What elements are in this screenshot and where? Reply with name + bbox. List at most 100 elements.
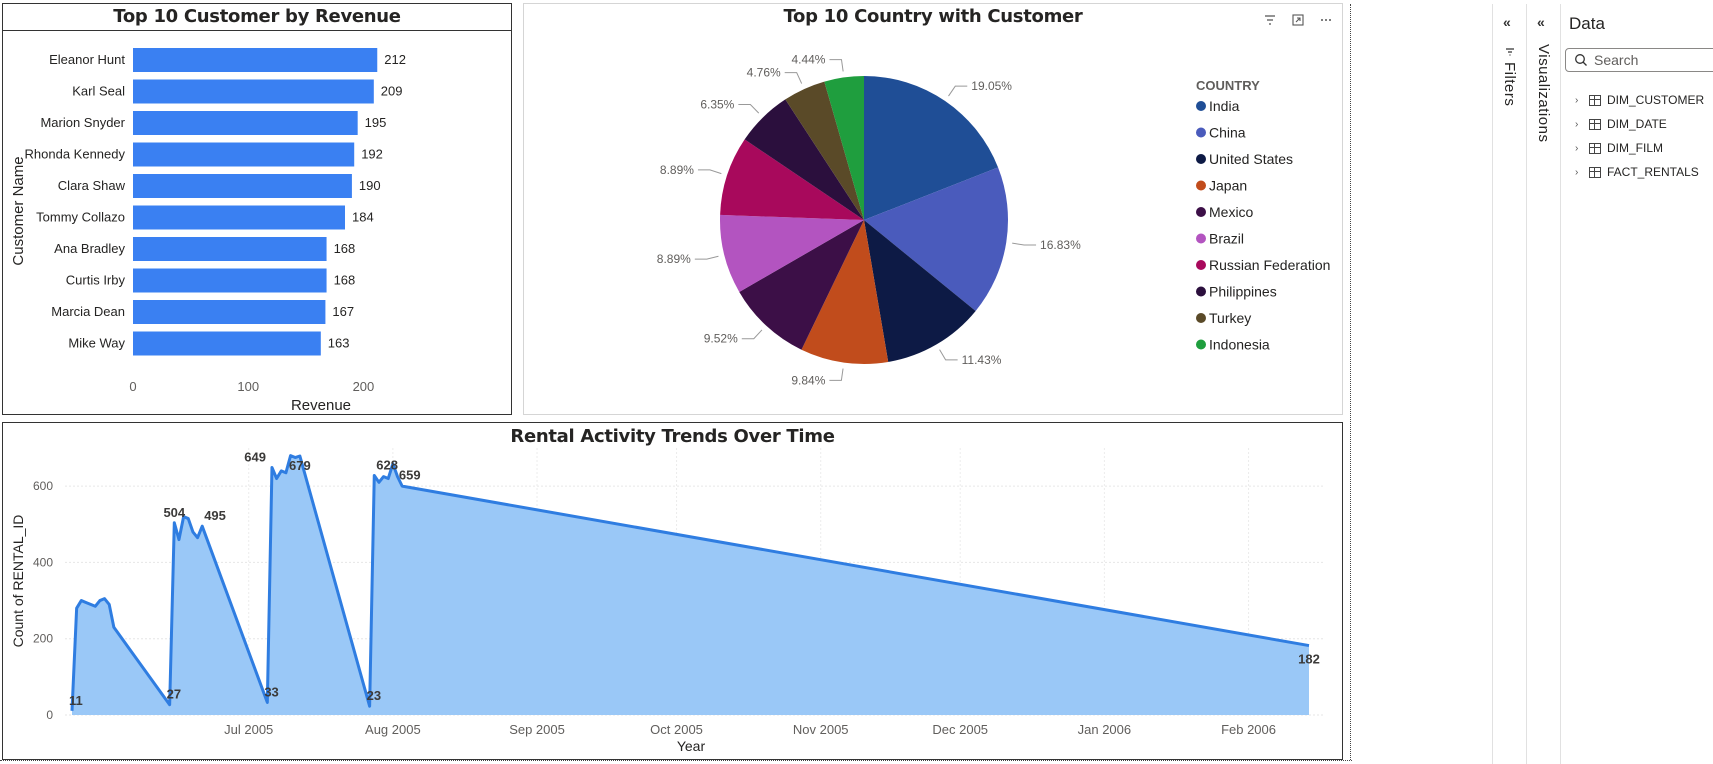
legend-item[interactable]: Indonesia: [1209, 337, 1270, 353]
area-chart-visual[interactable]: Rental Activity Trends Over Time 0 200 400…: [2, 422, 1343, 760]
data-label: 168: [334, 241, 356, 256]
legend-marker[interactable]: [1196, 260, 1206, 270]
leader-line: [697, 169, 722, 175]
category-label: Marion Snyder: [40, 115, 125, 130]
x-axis-title: Revenue: [291, 397, 351, 414]
filters-pane[interactable]: « Filters: [1492, 4, 1524, 764]
data-search-input[interactable]: [1594, 52, 1704, 68]
data-label: 33: [264, 684, 278, 699]
data-table-item[interactable]: › DIM_DATE: [1575, 112, 1704, 136]
legend-marker[interactable]: [1196, 180, 1206, 191]
leader-line: [784, 72, 803, 84]
category-label: Tommy Collazo: [36, 210, 125, 225]
chevron-right-icon[interactable]: ›: [1575, 119, 1583, 130]
slice-label: 6.35%: [700, 98, 734, 112]
slice-label: 9.84%: [791, 373, 825, 387]
x-tick-label: Nov 2005: [793, 722, 849, 737]
area-chart-svg: 0 200 400 600 Jul 2005 Aug 2005 Sep 2005 Oct 20…: [10, 448, 1325, 754]
collapse-chevron-icon[interactable]: «: [1537, 14, 1545, 30]
x-tick-label: Feb 2006: [1221, 722, 1276, 737]
legend-marker[interactable]: [1196, 207, 1206, 217]
data-table-item[interactable]: › DIM_FILM: [1575, 136, 1704, 160]
filters-pane-label[interactable]: Filters: [1501, 62, 1518, 106]
leader-line: [694, 255, 719, 260]
data-label: 167: [332, 304, 354, 319]
data-label: 192: [361, 147, 383, 162]
chevron-right-icon[interactable]: ›: [1575, 95, 1583, 106]
slice-label: 19.05%: [971, 79, 1012, 93]
bar[interactable]: [133, 111, 358, 135]
legend-item[interactable]: Philippines: [1209, 284, 1277, 300]
bar[interactable]: [133, 142, 355, 167]
bar[interactable]: [133, 331, 321, 356]
x-tick-label: Oct 2005: [650, 722, 703, 737]
data-label: 27: [167, 687, 181, 702]
bar[interactable]: [133, 205, 345, 230]
data-search-box[interactable]: [1565, 48, 1713, 72]
y-tick-label: 200: [33, 632, 53, 646]
x-tick-label: Jul 2005: [224, 722, 273, 737]
legend-item[interactable]: Turkey: [1209, 310, 1251, 326]
legend-item[interactable]: Russian Federation: [1209, 257, 1330, 273]
pie-chart-svg: 19.05% 16.83% 11.43% 9.84% 9.52% 8.89% 8.89% 6.…: [657, 53, 1331, 388]
legend-title: COUNTRY: [1196, 78, 1260, 93]
data-label: 504: [163, 505, 185, 520]
y-axis-title: Count of RENTAL_ID: [10, 515, 26, 648]
data-label: 212: [384, 52, 406, 67]
legend-item[interactable]: India: [1209, 98, 1240, 114]
category-label: Ana Bradley: [54, 241, 125, 256]
data-table-tree: › DIM_CUSTOMER › DIM_DATE › DIM_FILM › FACT_REN…: [1575, 88, 1704, 184]
slice-label: 16.83%: [1040, 238, 1081, 252]
table-name: FACT_RENTALS: [1607, 165, 1699, 179]
y-axis-title: Customer Name: [10, 156, 27, 265]
legend-marker[interactable]: [1196, 127, 1206, 138]
data-label: 182: [1298, 652, 1320, 667]
visualizations-pane[interactable]: « Visualizations: [1526, 4, 1558, 764]
x-tick-label: 200: [353, 379, 375, 394]
legend-item[interactable]: United States: [1209, 151, 1293, 167]
collapse-chevron-icon[interactable]: «: [1503, 14, 1511, 30]
data-table-item[interactable]: › DIM_CUSTOMER: [1575, 88, 1704, 112]
legend-marker[interactable]: [1196, 154, 1206, 164]
legend-marker[interactable]: [1196, 286, 1206, 297]
legend-marker[interactable]: [1196, 101, 1206, 111]
bar[interactable]: [133, 174, 352, 198]
data-label: 195: [365, 115, 387, 130]
leader-line: [829, 59, 844, 72]
bar[interactable]: [133, 79, 374, 104]
bar[interactable]: [133, 300, 326, 324]
slice-label: 4.76%: [747, 66, 781, 80]
data-label: 184: [352, 210, 374, 225]
y-tick-label: 600: [33, 479, 53, 493]
slice-label: 11.43%: [962, 353, 1002, 367]
x-tick-label: Aug 2005: [365, 722, 421, 737]
y-tick-label: 400: [33, 555, 53, 569]
visualizations-pane-label[interactable]: Visualizations: [1535, 44, 1552, 142]
bar[interactable]: [133, 268, 327, 293]
bar[interactable]: [133, 237, 327, 261]
chevron-right-icon[interactable]: ›: [1575, 167, 1583, 178]
chevron-right-icon[interactable]: ›: [1575, 143, 1583, 154]
slice-label: 4.44%: [791, 53, 825, 67]
data-label: 168: [334, 273, 356, 288]
data-label: 649: [244, 449, 266, 464]
data-table-item[interactable]: › FACT_RENTALS: [1575, 160, 1704, 184]
category-label: Curtis Irby: [66, 273, 126, 288]
leader-line: [741, 329, 763, 340]
table-icon: [1589, 142, 1601, 154]
data-pane-title: Data: [1569, 14, 1605, 33]
category-label: Marcia Dean: [51, 304, 125, 319]
legend-item[interactable]: Brazil: [1209, 231, 1244, 247]
legend-marker[interactable]: [1196, 233, 1206, 244]
legend-item[interactable]: Mexico: [1209, 204, 1254, 220]
data-pane: Data › DIM_CUSTOMER › DIM_DATE › DIM_FILM › FAC…: [1560, 4, 1713, 764]
legend-marker[interactable]: [1196, 313, 1206, 323]
data-label: 495: [204, 508, 226, 523]
bar-chart-visual[interactable]: Top 10 Customer by Revenue Eleanor Hunt 2…: [2, 3, 512, 415]
legend-item[interactable]: China: [1209, 125, 1246, 141]
legend-item[interactable]: Japan: [1209, 178, 1247, 194]
legend-marker[interactable]: [1196, 339, 1206, 350]
bar[interactable]: [133, 48, 378, 72]
data-label: 209: [381, 84, 403, 99]
pie-chart-visual[interactable]: Top 10 Country with Customer 19.05% 16.83…: [523, 3, 1343, 415]
